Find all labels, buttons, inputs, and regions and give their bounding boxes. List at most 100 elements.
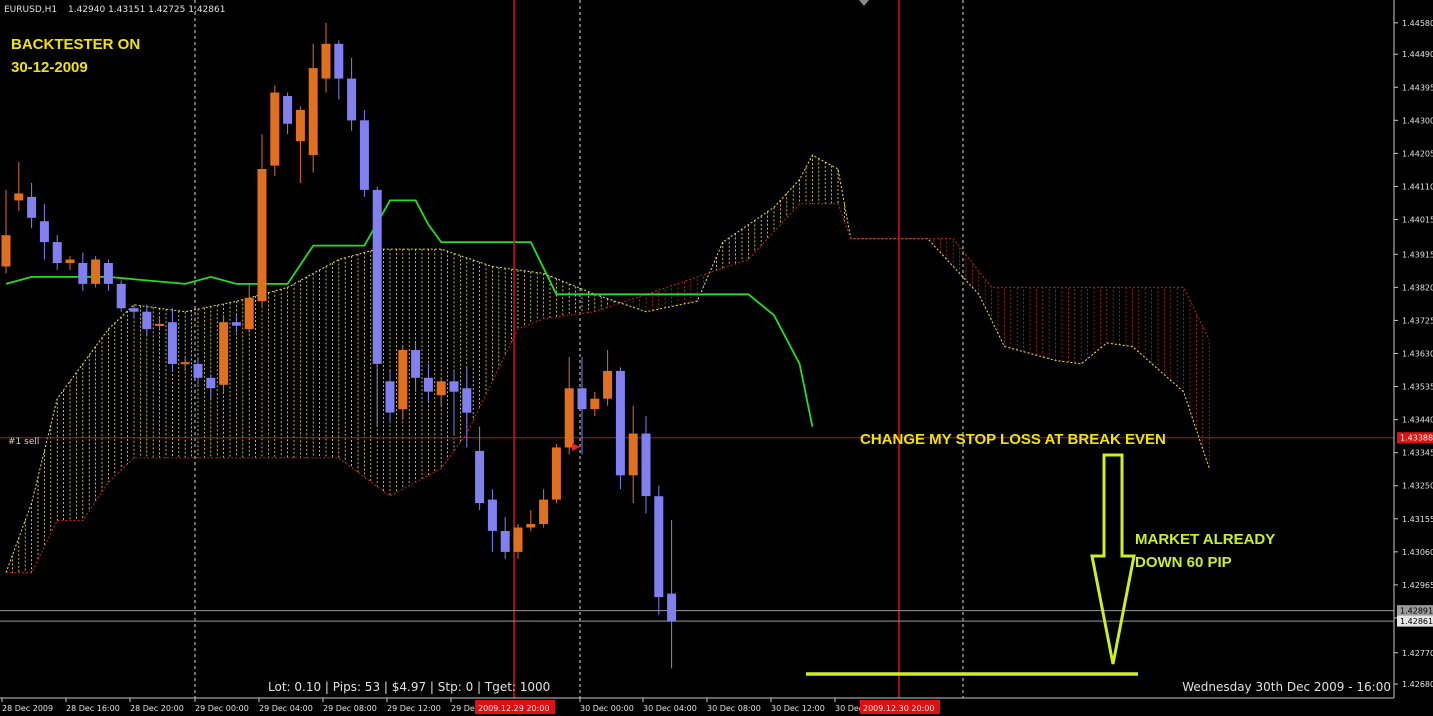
x-tick-label-8: 30 Dec 00:00 (580, 704, 634, 713)
candle-body-18 (231, 322, 241, 326)
candle-body-9 (116, 283, 126, 309)
symbol-label: EURUSD,H1 (4, 5, 57, 15)
candle-body-16 (206, 377, 216, 389)
cursor-date-label-1: 2009.12.30 20:00 (863, 704, 934, 713)
candle-body-50 (641, 433, 651, 497)
candle-body-17 (219, 322, 229, 385)
x-tick-label-5: 29 Dec 08:00 (323, 704, 377, 713)
current-datetime: Wednesday 30th Dec 2009 - 16:00 (1182, 680, 1391, 694)
candle-body-6 (78, 263, 88, 284)
candle-body-2 (27, 196, 37, 218)
backtester-label: BACKTESTER ON (11, 36, 140, 53)
candle-9 (116, 280, 126, 312)
candle-body-49 (628, 433, 638, 476)
candle-48 (615, 367, 625, 490)
candle-21 (270, 85, 280, 176)
candle-body-51 (654, 496, 664, 598)
y-tick-label-8: 1.43820 (1402, 283, 1433, 292)
x-tick-label-3: 29 Dec 00:00 (195, 704, 249, 713)
price-tag-label-ask: 1.42891 (1400, 607, 1433, 616)
candle-body-19 (244, 297, 254, 330)
y-tick-label-1: 1.44490 (1402, 50, 1433, 59)
order-label: #1 sell (8, 437, 39, 447)
y-tick-label-19: 1.42770 (1402, 649, 1433, 658)
candle-body-25 (321, 43, 331, 79)
candle-body-36 (462, 388, 472, 413)
candle-body-7 (91, 259, 101, 284)
candle-body-44 (564, 388, 574, 448)
chart-background (0, 0, 1433, 716)
stop-loss-note: CHANGE MY STOP LOSS AT BREAK EVEN (860, 431, 1166, 448)
market-note-line1: MARKET ALREADY (1135, 531, 1275, 548)
x-tick-label-6: 29 Dec 12:00 (387, 704, 441, 713)
x-tick-label-7: 29 Dec (451, 704, 479, 713)
candle-body-37 (475, 450, 485, 504)
candle-body-12 (155, 323, 165, 326)
candle-body-48 (615, 370, 625, 476)
y-tick-label-14: 1.43250 (1402, 482, 1433, 491)
candle-body-13 (167, 322, 177, 364)
candle-7 (91, 256, 101, 288)
y-tick-label-6: 1.44015 (1402, 216, 1433, 225)
y-tick-label-0: 1.44580 (1402, 19, 1433, 28)
candle-body-28 (359, 120, 369, 190)
x-tick-label-12: 30 Dec (835, 704, 863, 713)
ohlc-readout: 1.42940 1.43151 1.42725 1.42861 (68, 5, 225, 15)
candle-body-24 (308, 68, 318, 156)
candle-body-34 (436, 381, 446, 396)
y-tick-label-13: 1.43345 (1402, 449, 1433, 458)
y-tick-label-3: 1.44300 (1402, 116, 1433, 125)
candle-body-40 (513, 527, 523, 552)
y-tick-label-4: 1.44205 (1402, 149, 1433, 158)
candle-body-30 (385, 381, 395, 413)
candle-body-3 (39, 221, 49, 243)
candle-body-5 (65, 259, 75, 263)
candle-body-42 (539, 499, 549, 524)
candle-body-45 (577, 388, 587, 410)
candle-body-22 (283, 96, 293, 124)
candle-body-32 (411, 350, 421, 378)
candle-43 (551, 443, 561, 504)
y-tick-label-10: 1.43630 (1402, 349, 1433, 358)
candle-body-0 (1, 235, 11, 267)
chart-window[interactable]: 1.44580 1.44490 1.44395 1.44300 1.44205 1.441… (0, 0, 1433, 716)
candle-body-26 (334, 43, 344, 79)
y-tick-label-15: 1.43155 (1402, 515, 1433, 524)
candle-body-1 (14, 193, 24, 201)
candle-body-8 (103, 263, 113, 284)
x-tick-label-4: 29 Dec 04:00 (259, 704, 313, 713)
y-tick-label-2: 1.44395 (1402, 83, 1433, 92)
y-tick-label-16: 1.43060 (1402, 548, 1433, 557)
candle-body-14 (180, 362, 190, 365)
candle-body-29 (372, 189, 382, 364)
candle-body-39 (500, 531, 510, 552)
candle-body-38 (487, 499, 497, 531)
x-tick-label-1: 28 Dec 16:00 (66, 704, 120, 713)
y-tick-label-17: 1.42965 (1402, 581, 1433, 590)
candle-body-52 (667, 593, 677, 622)
candle-17 (219, 315, 229, 392)
candlestick-chart[interactable]: 1.44580 1.44490 1.44395 1.44300 1.44205 1.441… (0, 0, 1433, 716)
y-tick-label-11: 1.43535 (1402, 383, 1433, 392)
y-tick-label-7: 1.43915 (1402, 250, 1433, 259)
backtester-date: 30-12-2009 (11, 59, 88, 76)
candle-31 (398, 346, 408, 420)
candle-body-21 (270, 92, 280, 166)
cursor-date-label-0: 2009.12.29 20:00 (478, 704, 549, 713)
candle-body-27 (347, 78, 357, 121)
candle-body-4 (52, 242, 62, 263)
candle-body-20 (257, 169, 267, 302)
x-tick-label-11: 30 Dec 12:00 (771, 704, 825, 713)
candle-body-47 (603, 370, 613, 399)
x-tick-label-9: 30 Dec 04:00 (643, 704, 697, 713)
price-tag-label-bid: 1.42861 (1400, 617, 1433, 626)
candle-body-46 (590, 398, 600, 410)
candle-body-11 (142, 311, 152, 330)
y-tick-label-20: 1.42680 (1402, 680, 1433, 689)
candle-body-35 (449, 381, 459, 392)
candle-body-23 (295, 109, 305, 142)
x-tick-label-0: 28 Dec 2009 (2, 704, 53, 713)
y-tick-label-12: 1.43440 (1402, 416, 1433, 425)
candle-28 (359, 109, 369, 197)
price-tag-label-order: 1.43388 (1400, 434, 1433, 443)
